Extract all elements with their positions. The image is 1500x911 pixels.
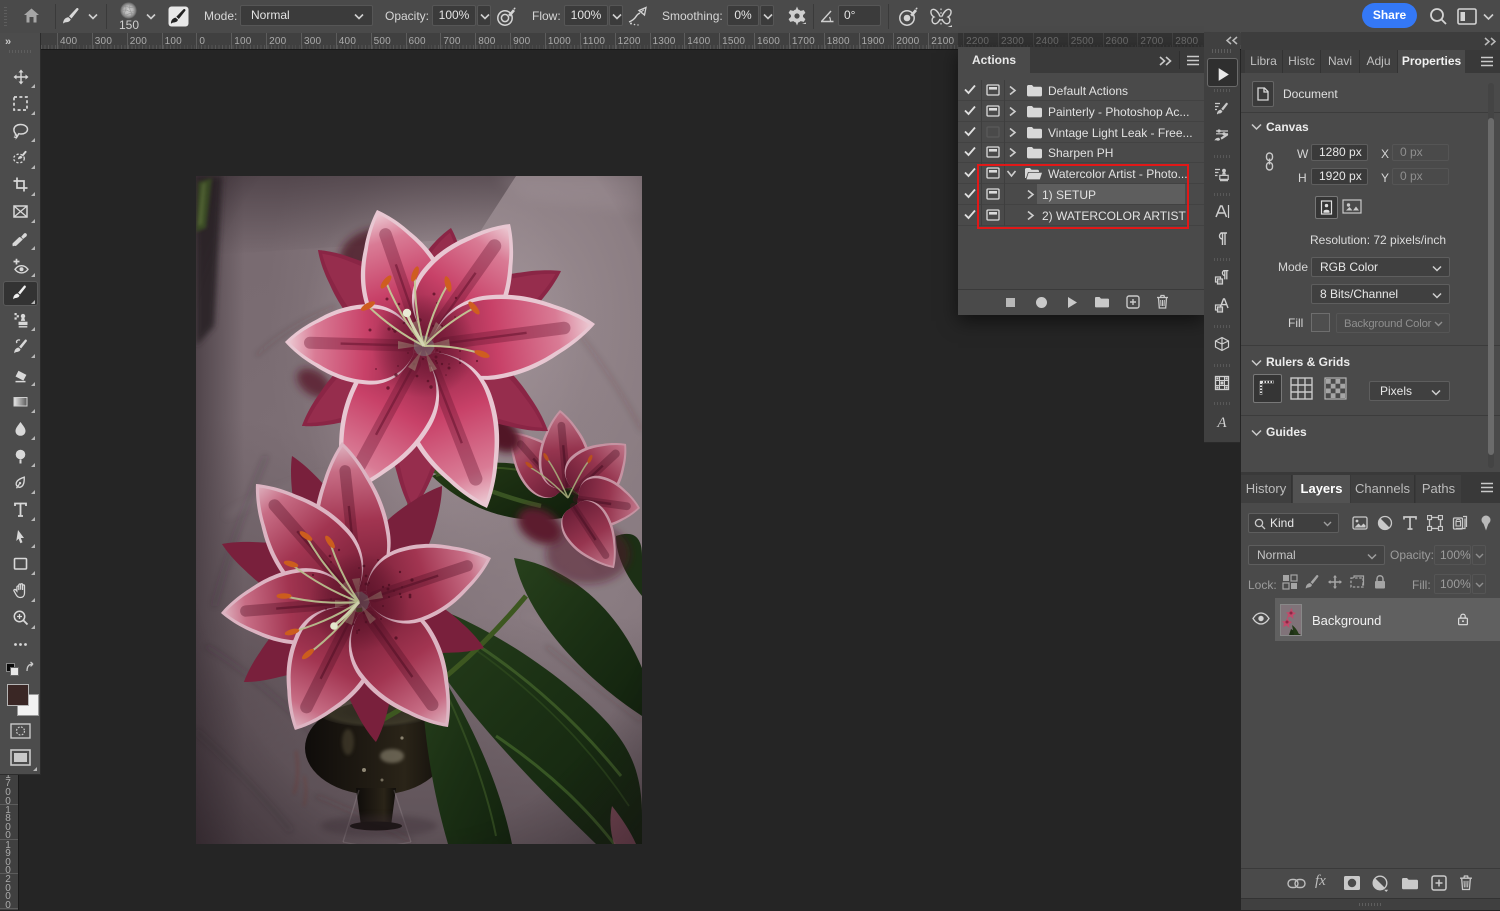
svg-text:A: A — [1216, 415, 1227, 430]
